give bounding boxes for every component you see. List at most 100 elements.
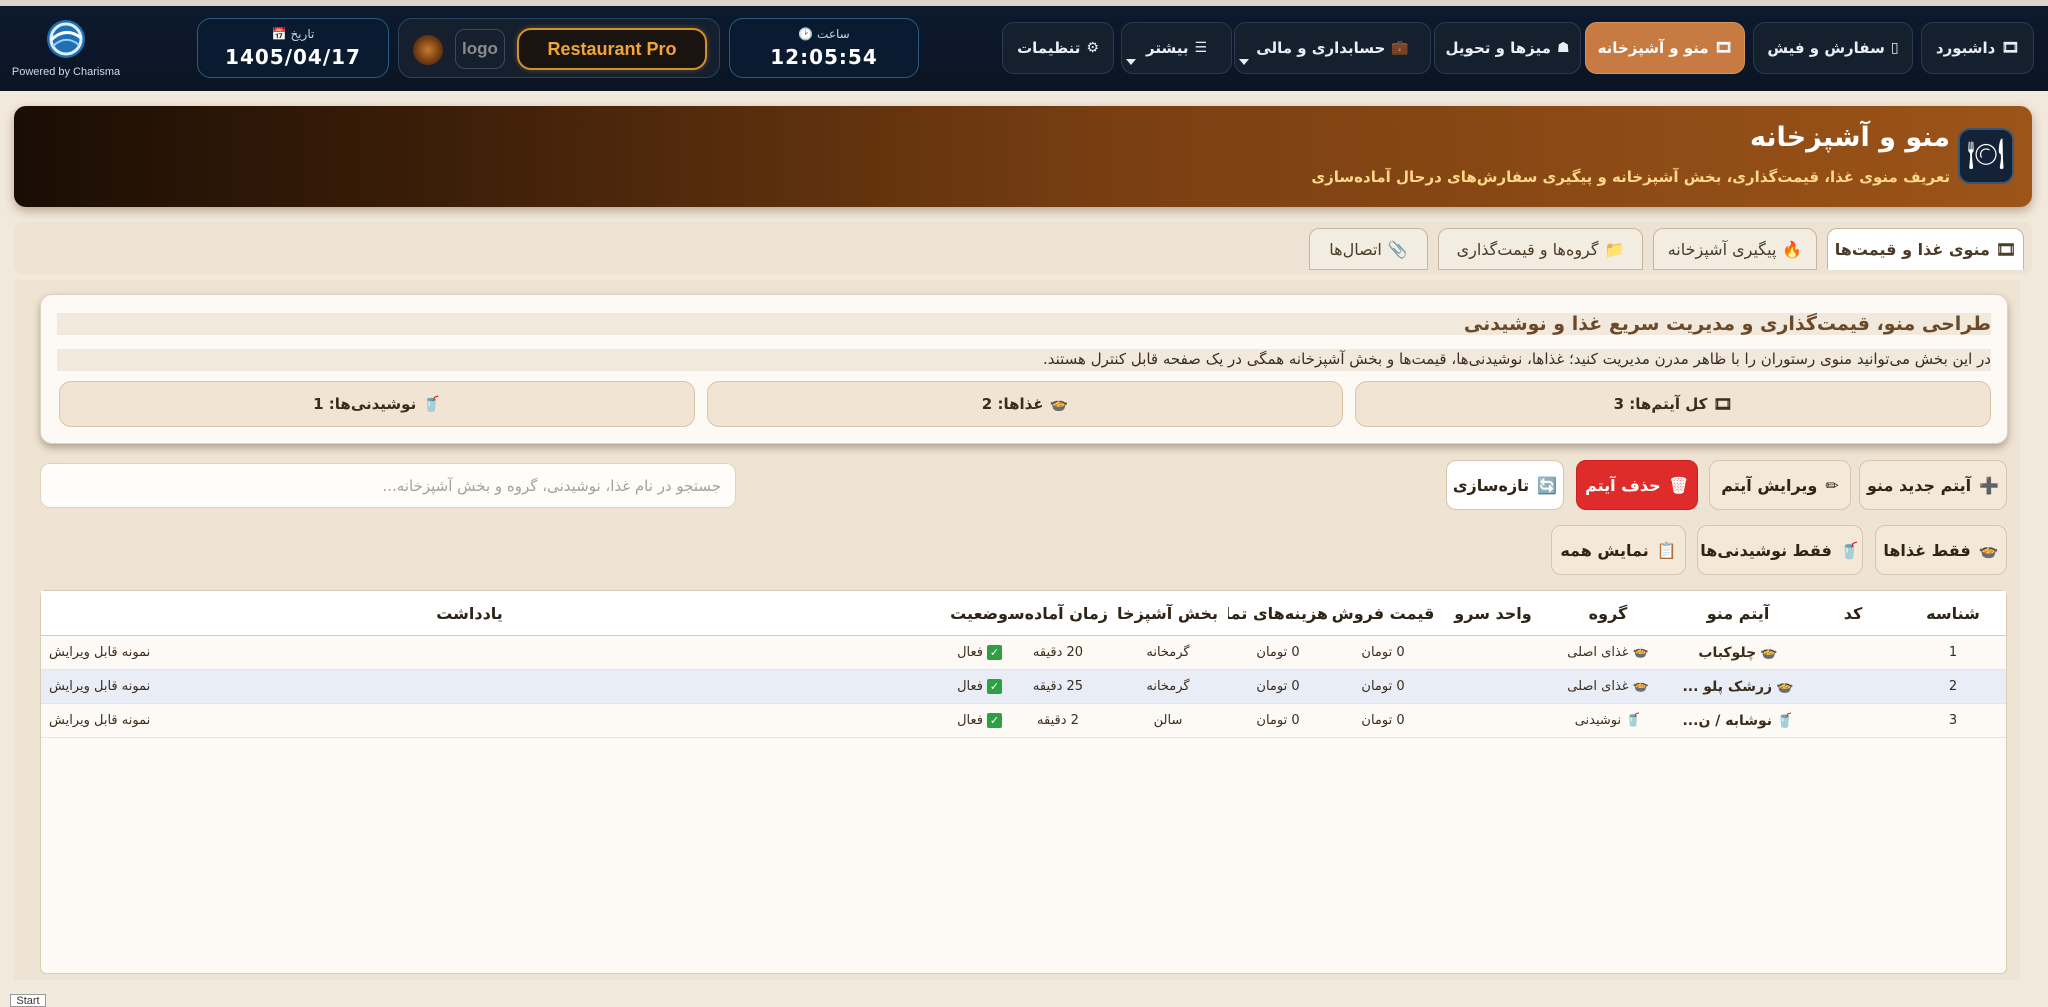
start-button[interactable]: Start [10, 994, 46, 1007]
charisma-logo-icon [47, 20, 85, 58]
clock-value: 12:05:54 [770, 45, 878, 69]
food-bowl-icon: 🍲 [1632, 679, 1649, 694]
top-bar: Powered by Charisma 📅 تاریخ 1405/04/17 l… [0, 6, 2048, 91]
drink-cup-icon: 🥤 [1839, 540, 1860, 560]
date-label: 📅 تاریخ [271, 27, 315, 41]
refresh-icon: 🔄 [1537, 475, 1558, 495]
food-bowl-icon: 🍲 [1776, 679, 1794, 695]
cell-group: 🥤نوشیدنی [1548, 704, 1668, 738]
page-header: 🍽 منو و آشپزخانه تعریف منوی غذا، قیمت‌گذ… [14, 106, 2032, 207]
new-menu-item-button[interactable]: ➕ آیتم جدید منو [1859, 460, 2007, 510]
nav-dashboard[interactable]: 🎞 داشبورد [1921, 22, 2034, 74]
menu-board-icon: 🎞 [1713, 395, 1733, 413]
stat-foods-label: غذاها: 2 [981, 395, 1044, 413]
delete-item-button[interactable]: 🗑 حذف آیتم [1576, 460, 1698, 510]
cell-prep-time-text: 25 دقیقه [1032, 679, 1084, 694]
cell-note-text: نمونه قابل ویرایش [49, 679, 151, 694]
dashboard-icon: 🎞 [2001, 40, 2020, 56]
cell-prep-time: 25 دقیقه [1008, 670, 1108, 704]
cell-id: 3 [1898, 704, 2008, 738]
col-header-unit: واحد سرو [1454, 604, 1532, 623]
cell-cost-text: 0 تومان [1256, 713, 1300, 728]
cell-cost-text: 0 تومان [1256, 645, 1300, 660]
filter-food-label: فقط غذاها [1883, 540, 1971, 560]
menu-board-icon: 🎞 [1714, 40, 1733, 56]
nav-more-label: بیشتر [1145, 39, 1189, 57]
nav-orders-receipts[interactable]: ▯ سفارش و فیش [1753, 22, 1913, 74]
show-all-label: نمایش همه [1560, 540, 1649, 560]
show-all-button[interactable]: 📋 نمایش همه [1551, 525, 1686, 575]
refresh-button[interactable]: 🔄 تازه‌سازی [1446, 460, 1564, 510]
nav-settings-label: تنظیمات [1017, 39, 1081, 57]
cell-cost-text: 0 تومان [1256, 679, 1300, 694]
cell-code [1808, 670, 1898, 704]
tab-kitchen-tracking[interactable]: 🔥 پیگیری آشپزخانه [1653, 228, 1817, 270]
food-bowl-icon: 🍲 [1978, 540, 1999, 560]
col-header-item: آیتم منو [1706, 604, 1770, 623]
table-row[interactable]: 1 🍲چلوکباب 🍲غذای اصلی 0 تومان 0 تومان گرمخانه… [41, 636, 2006, 670]
cell-item: 🥤نوشابه / ن... [1668, 704, 1808, 738]
col-header-kitchen: بخش آشپزخانه [1118, 604, 1218, 623]
nav-menu-kitchen[interactable]: 🎞 منو و آشپزخانه [1585, 22, 1745, 74]
filter-drinks-button[interactable]: 🥤 فقط نوشیدنی‌ها [1697, 525, 1863, 575]
nav-settings[interactable]: ⚙ تنظیمات [1002, 22, 1114, 74]
cell-group: 🍲غذای اصلی [1548, 636, 1668, 670]
nav-tables-label: میزها و تحویل [1445, 39, 1551, 57]
cell-prep-time-text: 20 دقیقه [1032, 645, 1084, 660]
cell-id: 2 [1898, 670, 2008, 704]
restaurant-pro-badge: Restaurant Pro [517, 28, 707, 70]
cell-unit [1438, 670, 1548, 704]
table-row[interactable]: 2 🍲زرشک پلو ... 🍲غذای اصلی 0 تومان 0 تومان گر… [41, 670, 2006, 704]
cell-note-text: نمونه قابل ویرایش [49, 645, 151, 660]
pencil-icon: ✏ [1825, 475, 1839, 495]
intro-card: طراحی منو، قیمت‌گذاری و مدیریت سریع غذا … [40, 294, 2008, 444]
cell-item-text: چلوکباب [1698, 645, 1757, 661]
nav-accounting[interactable]: 💼 حسابداری و مالی [1234, 22, 1431, 74]
edit-item-label: ویرایش آیتم [1721, 475, 1818, 495]
nav-more[interactable]: ☰ بیشتر [1121, 22, 1232, 74]
drink-cup-icon: 🥤 [1776, 713, 1794, 729]
tab-menu-prices[interactable]: 🎞 منوی غذا و قیمت‌ها [1827, 228, 2024, 270]
col-header-note: یادداشت [436, 604, 503, 623]
cell-id-text: 2 [1948, 679, 1958, 694]
stat-total-items: 🎞 کل آیتم‌ها: 3 [1355, 381, 1991, 427]
edit-item-button[interactable]: ✏ ویرایش آیتم [1709, 460, 1851, 510]
logo-placeholder: logo [455, 29, 505, 69]
cell-code [1808, 704, 1898, 738]
briefcase-icon: 💼 [1391, 40, 1409, 56]
cell-item: 🍲زرشک پلو ... [1668, 670, 1808, 704]
tab-kitchen-label: پیگیری آشپزخانه [1667, 239, 1777, 259]
filter-food-button[interactable]: 🍲 فقط غذاها [1875, 525, 2007, 575]
folder-icon: 📁 [1604, 239, 1625, 259]
nav-menu-kitchen-label: منو و آشپزخانه [1597, 39, 1709, 57]
tab-connections[interactable]: 📎 اتصال‌ها [1309, 228, 1428, 270]
cell-prep-time: 2 دقیقه [1008, 704, 1108, 738]
nav-tables-delivery[interactable]: ☗ میزها و تحویل [1434, 22, 1581, 74]
cell-group-text: غذای اصلی [1567, 679, 1629, 694]
menu-icon: ☰ [1194, 40, 1208, 56]
tab-groups-pricing[interactable]: 📁 گروه‌ها و قیمت‌گذاری [1438, 228, 1643, 270]
search-input[interactable] [40, 463, 736, 508]
cell-code [1808, 636, 1898, 670]
food-bowl-icon: 🍲 [1049, 395, 1069, 413]
checkmark-icon: ✓ [987, 679, 1002, 694]
cell-status-text: فعال [957, 645, 983, 660]
cell-status: ✓ فعال [898, 636, 1008, 670]
cell-kitchen: گرمخانه [1118, 670, 1218, 704]
cell-note: نمونه قابل ویرایش [49, 670, 649, 704]
col-header-prep-time: زمان آماده‌سازی [1008, 604, 1108, 623]
nav-accounting-label: حسابداری و مالی [1256, 39, 1386, 57]
cell-cost: 0 تومان [1228, 704, 1328, 738]
page-title: منو و آشپزخانه [1750, 122, 1950, 153]
cell-prep-time-text: 2 دقیقه [1037, 713, 1079, 728]
checkmark-icon: ✓ [987, 713, 1002, 728]
plate-cutlery-icon: 🍽 [1958, 128, 2014, 184]
fire-icon: 🔥 [1782, 239, 1803, 259]
table-row[interactable]: 3 🥤نوشابه / ن... 🥤نوشیدنی 0 تومان 0 تومان سال… [41, 704, 2006, 738]
powered-by-text: Powered by Charisma [11, 66, 121, 78]
restaurant-emblem-icon [413, 35, 443, 65]
cell-unit [1438, 636, 1548, 670]
cell-price: 0 تومان [1328, 704, 1438, 738]
cell-group-text: نوشیدنی [1574, 713, 1622, 728]
tab-groups-label: گروه‌ها و قیمت‌گذاری [1456, 239, 1599, 259]
